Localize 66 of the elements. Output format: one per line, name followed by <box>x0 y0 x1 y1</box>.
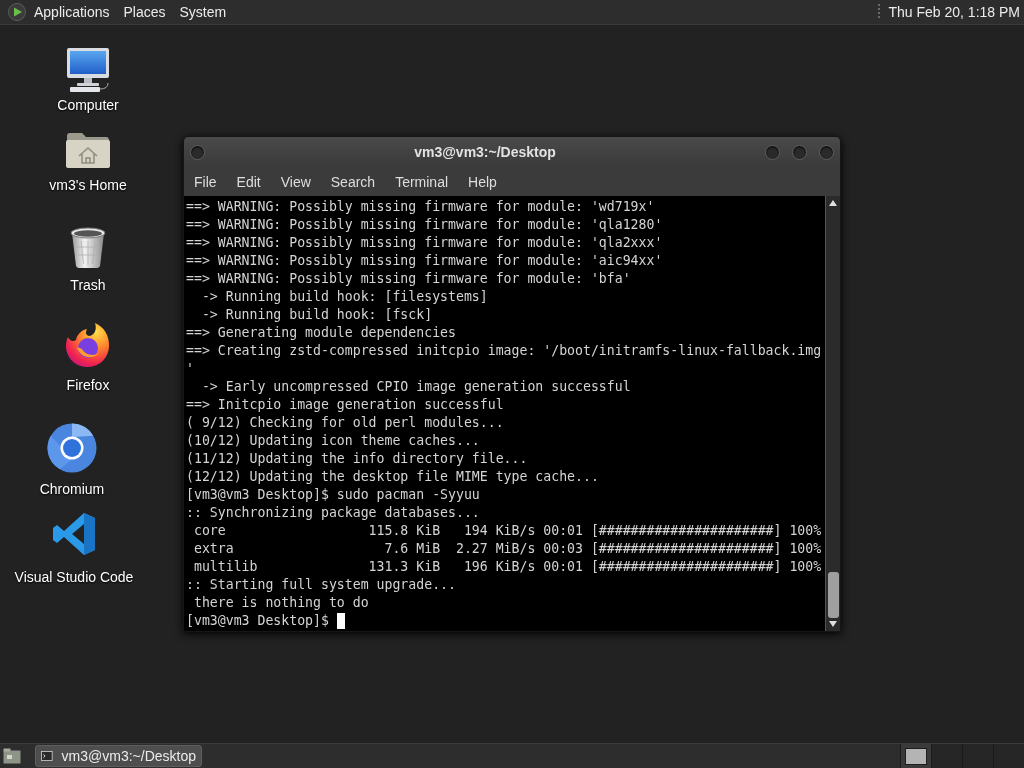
monitor-icon[interactable] <box>64 47 112 93</box>
terminal-line: ==> Initcpio image generation successful <box>186 396 504 414</box>
terminal-line: extra 7.6 MiB 2.27 MiB/s 00:03 [######################] 100% <box>192 540 822 558</box>
trash-can-icon[interactable] <box>69 227 107 269</box>
terminal-line: multilib 131.3 KiB 196 KiB/s 00:01 [######################] 100% <box>192 558 822 576</box>
scrollbar-thumb[interactable] <box>827 572 839 618</box>
show-desktop-icon[interactable] <box>3 748 21 764</box>
panel-menu[interactable]: Applications <box>27 2 117 22</box>
menu-item[interactable]: Terminal <box>385 170 459 193</box>
panel-menu[interactable]: System <box>172 2 234 22</box>
terminal-line: ==> WARNING: Possibly missing firmware for module: 'bfa' <box>186 270 631 288</box>
cursor-icon <box>336 613 345 629</box>
menu-item[interactable]: Edit <box>226 170 271 193</box>
scrollbar-track[interactable] <box>825 196 840 631</box>
window-control-button[interactable] <box>765 144 780 160</box>
menu-item[interactable]: Search <box>320 170 386 193</box>
fox-logo-icon[interactable] <box>65 322 111 368</box>
window-control-button[interactable] <box>819 144 834 160</box>
taskbar-button[interactable]: vm3@vm3:~/Desktop <box>35 745 202 767</box>
scroll-up-arrow-icon[interactable] <box>829 200 837 206</box>
window-control-button[interactable] <box>792 144 807 160</box>
menu-item[interactable]: File <box>184 170 227 193</box>
terminal-line: ' <box>186 360 194 378</box>
terminal-line: (10/12) Updating icon theme caches... <box>186 432 480 450</box>
terminal-line: ==> WARNING: Possibly missing firmware for module: 'qla1280' <box>186 216 663 234</box>
workspace-cell[interactable] <box>962 744 993 768</box>
terminal-line: ==> Creating zstd-compressed initcpio image: '/boot/initramfs-linux-fallback.img <box>186 342 822 360</box>
terminal-line: ==> WARNING: Possibly missing firmware for module: 'aic94xx' <box>186 252 663 270</box>
clock[interactable]: Thu Feb 20, 1:18 PM <box>888 1 1024 23</box>
terminal-line: :: Starting full system upgrade... <box>186 576 456 594</box>
ribbon-logo-icon[interactable] <box>51 512 97 556</box>
window-title: vm3@vm3:~/Desktop <box>414 142 556 162</box>
terminal-line: (12/12) Updating the desktop file MIME type cache... <box>186 468 599 486</box>
terminal-line: [vm3@vm3 Desktop]$ sudo pacman -Syyuu <box>186 486 480 504</box>
desktop-icon-label[interactable]: Trash <box>70 277 106 293</box>
terminal-line: core 115.8 KiB 194 KiB/s 00:01 [######################] 100% <box>192 522 822 540</box>
terminal-prompt: [vm3@vm3 Desktop]$ <box>186 612 329 630</box>
terminal-line: ==> WARNING: Possibly missing firmware for module: 'wd719x' <box>186 198 655 216</box>
terminal-line: -> Running build hook: [fsck] <box>200 306 433 324</box>
terminal-icon <box>41 750 53 762</box>
triangle-logo-icon[interactable] <box>8 3 26 21</box>
terminal-line: there is nothing to do <box>192 594 369 612</box>
desktop-icon-label[interactable]: vm3's Home <box>49 177 127 193</box>
ring-logo-icon[interactable] <box>47 423 97 473</box>
terminal-line: ( 9/12) Checking for old perl modules... <box>186 414 504 432</box>
workspace-cell[interactable] <box>993 744 1024 768</box>
menu-item[interactable]: View <box>270 170 321 193</box>
desktop-icon-label[interactable]: Chromium <box>39 481 105 497</box>
terminal-line: ==> Generating module dependencies <box>186 324 456 342</box>
terminal-line: -> Running build hook: [filesystems] <box>200 288 488 306</box>
terminal-line: (11/12) Updating the info directory file... <box>186 450 528 468</box>
title-bar[interactable]: vm3@vm3:~/Desktop <box>184 137 840 167</box>
window-control-button[interactable] <box>190 144 205 160</box>
panel-handle-icon[interactable] <box>878 4 881 20</box>
workspace-cell[interactable] <box>900 744 931 768</box>
scroll-down-arrow-icon[interactable] <box>829 621 837 627</box>
desktop-icon-label[interactable]: Computer <box>57 97 119 113</box>
workspace-cell[interactable] <box>931 744 962 768</box>
panel-menu[interactable]: Places <box>116 2 173 22</box>
terminal-line: -> Early uncompressed CPIO image generation successful <box>200 378 631 396</box>
desktop-icon-label[interactable]: Visual Studio Code <box>14 569 134 585</box>
desktop-icon-label[interactable]: Firefox <box>66 377 110 393</box>
menu-item[interactable]: Help <box>458 170 507 193</box>
window-thumbnail-icon <box>905 747 927 765</box>
terminal-line: ==> WARNING: Possibly missing firmware for module: 'qla2xxx' <box>186 234 663 252</box>
terminal-line: :: Synchronizing package databases... <box>186 504 480 522</box>
